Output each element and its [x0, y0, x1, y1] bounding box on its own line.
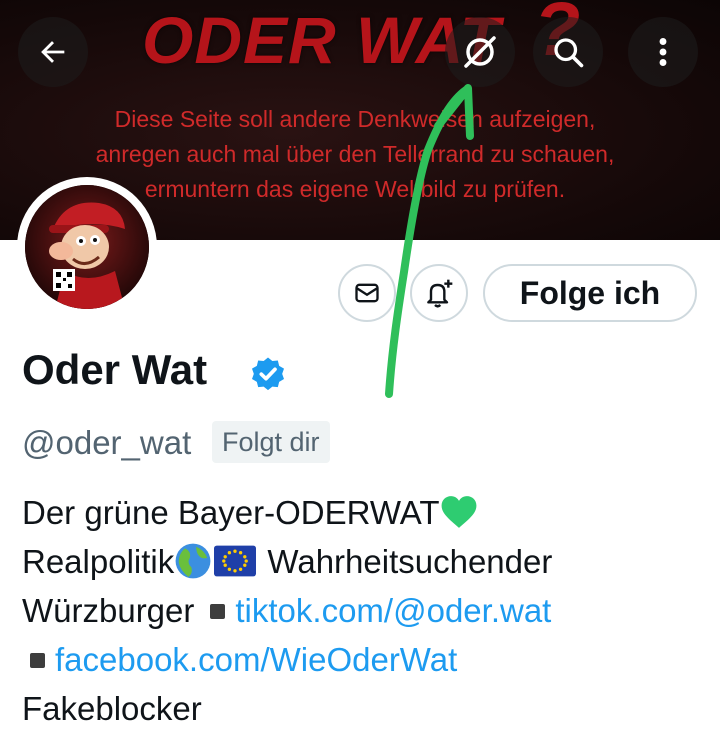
follows-you-badge: Folgt dir: [212, 421, 330, 463]
eu-flag-icon: [214, 545, 257, 577]
more-vertical-icon: [659, 38, 667, 66]
following-button[interactable]: Folge ich: [483, 264, 697, 322]
search-icon: [554, 38, 584, 68]
verified-badge-icon[interactable]: [248, 355, 288, 395]
bio-line: Würzburger tiktok.com/@oder.wat: [22, 586, 712, 635]
grok-icon: [464, 36, 496, 68]
bio-text: Fakeblocker: [22, 690, 202, 727]
bio-text: Würzburger: [22, 592, 195, 629]
bio-line: Realpolitik Wahrheitsuchender: [22, 537, 712, 586]
bio-line: Fakeblocker: [22, 684, 712, 733]
facebook-link[interactable]: facebook.com/WieOderWat: [55, 641, 457, 678]
bio-text: Wahrheitsuchender: [258, 543, 553, 580]
bio-text: Der grüne Bayer-ODERWAT: [22, 494, 440, 531]
notify-button[interactable]: [410, 264, 468, 322]
tiktok-link[interactable]: tiktok.com/@oder.wat: [235, 592, 551, 629]
green-heart-icon: [441, 496, 476, 529]
message-button[interactable]: [338, 264, 396, 322]
back-button[interactable]: [18, 17, 88, 87]
user-handle: @oder_wat: [22, 424, 192, 461]
bio-line: facebook.com/WieOderWat: [22, 635, 712, 684]
square-bullet-icon: [30, 652, 45, 668]
grok-button[interactable]: [445, 17, 515, 87]
envelope-icon: [355, 283, 379, 303]
avatar[interactable]: [17, 177, 157, 317]
profile-bio: Der grüne Bayer-ODERWAT Realpolitik Wahr…: [22, 488, 712, 733]
bell-plus-icon: [427, 279, 453, 308]
search-button[interactable]: [533, 17, 603, 87]
bio-line: Der grüne Bayer-ODERWAT: [22, 488, 712, 537]
earth-globe-icon: [175, 543, 211, 579]
avatar-image: [25, 185, 149, 309]
more-button[interactable]: [628, 17, 698, 87]
banner-line: Diese Seite soll andere Denkweisen aufze…: [114, 106, 596, 132]
back-arrow-icon: [41, 41, 65, 63]
banner-line: anregen auch mal über den Tellerrand zu …: [95, 141, 615, 167]
display-name: Oder Wat: [22, 346, 208, 393]
bio-text: Realpolitik: [22, 543, 175, 580]
square-bullet-icon: [210, 603, 226, 619]
